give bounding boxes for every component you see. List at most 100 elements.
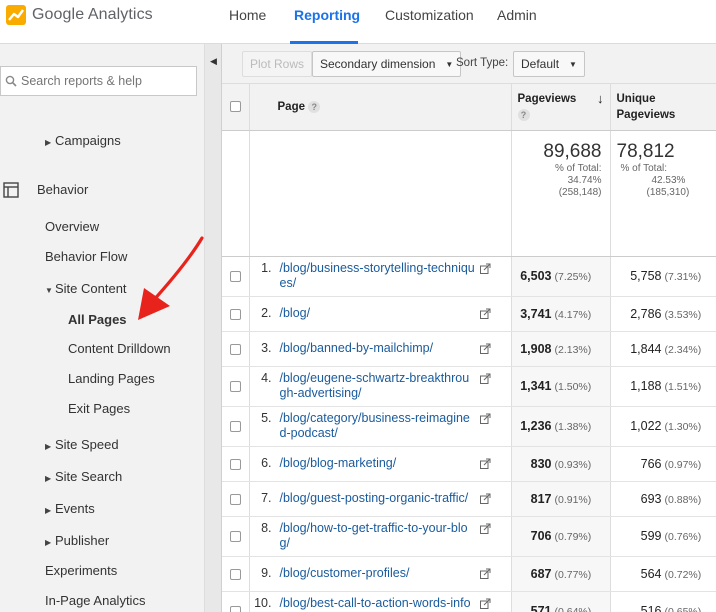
open-external-icon[interactable] (479, 373, 491, 384)
collapse-left-icon: ◀ (210, 56, 217, 66)
page-path-link[interactable]: /blog/best-call-to-action-words-infograp… (280, 596, 476, 612)
google-analytics-logo[interactable]: Google Analytics (6, 5, 153, 25)
row-checkbox[interactable] (229, 343, 241, 355)
sidebar-item-behavior[interactable]: Behavior (37, 182, 88, 197)
open-external-icon[interactable] (479, 343, 491, 354)
table-row[interactable]: 6. /blog/blog-marketing/830 (0.93%) 766 (0.9… (222, 446, 716, 482)
sidebar-item-site-search[interactable]: ▶ Site Search (45, 469, 122, 484)
row-number: 3. (261, 341, 272, 355)
sidebar-item-exit-pages[interactable]: Exit Pages (68, 401, 130, 416)
header-page[interactable]: Page ? (249, 84, 512, 131)
open-external-icon[interactable] (479, 523, 491, 534)
tab-reporting[interactable]: Reporting (294, 7, 360, 23)
page-path-link[interactable]: /blog/banned-by-mailchimp/ (280, 341, 476, 356)
table-row[interactable]: 2. /blog/3,741 (4.17%) 2,786 (3.53%) (222, 296, 716, 332)
page-path-link[interactable]: /blog/guest-posting-organic-traffic/ (280, 491, 476, 506)
sort-type-dropdown[interactable]: Default ▼ (513, 51, 585, 77)
annotation-arrow-icon (138, 236, 204, 320)
help-icon[interactable]: ? (517, 108, 530, 121)
tab-customization[interactable]: Customization (385, 7, 474, 23)
page-path-link[interactable]: /blog/how-to-get-traffic-to-your-blog/ (280, 521, 476, 551)
page-path-link[interactable]: /blog/business-storytelling-techniques/ (280, 261, 476, 291)
table-row[interactable]: 3. /blog/banned-by-mailchimp/1,908 (2.13%)… (222, 331, 716, 367)
unique-pageviews-percent: (0.97%) (664, 458, 702, 471)
sidebar-item-overview[interactable]: Overview (45, 219, 99, 234)
unique-pageviews-percent: (3.53%) (664, 308, 702, 321)
unique-pageviews-percent: (0.72%) (664, 568, 702, 581)
unique-pageviews-percent: (0.76%) (664, 531, 702, 543)
tab-home[interactable]: Home (229, 7, 266, 23)
row-checkbox[interactable] (229, 493, 241, 505)
row-checkbox[interactable] (229, 381, 241, 393)
table-row[interactable]: 8. /blog/how-to-get-traffic-to-your-blog/… (222, 516, 716, 557)
select-all-checkbox[interactable] (229, 101, 241, 113)
total-pageviews-value: 89,688 (543, 140, 602, 162)
page-path-link[interactable]: /blog/category/business-reimagined-podca… (280, 411, 476, 441)
search-input[interactable] (21, 74, 191, 88)
unique-pageviews-value: 1,188 (630, 379, 662, 393)
sidebar-item-label: Site Search (55, 469, 123, 484)
table-row[interactable]: 4. /blog/eugene-schwartz-breakthrough-adv… (222, 366, 716, 407)
page-path-link[interactable]: /blog/blog-marketing/ (280, 456, 476, 471)
open-external-icon[interactable] (479, 458, 491, 469)
open-external-icon[interactable] (479, 598, 491, 609)
secondary-dimension-dropdown[interactable]: Secondary dimension ▼ (312, 51, 462, 77)
row-checkbox[interactable] (229, 271, 241, 283)
sidebar-item-in-page-analytics[interactable]: In-Page Analytics (45, 593, 145, 608)
sidebar-item-campaigns[interactable]: ▶ Campaigns (45, 133, 121, 148)
sidebar-item-publisher[interactable]: ▶ Publisher (45, 533, 109, 548)
row-checkbox[interactable] (229, 568, 241, 580)
pageviews-value: 687 (530, 566, 552, 581)
table-row[interactable]: 10. /blog/best-call-to-action-words-infog… (222, 591, 716, 612)
table-row[interactable]: 1. /blog/business-storytelling-techniques… (222, 256, 716, 297)
row-checkbox[interactable] (229, 606, 241, 612)
sidebar-item-all-pages[interactable]: All Pages (68, 312, 127, 327)
page-path-link[interactable]: /blog/ (280, 306, 476, 321)
sidebar-item-behavior-flow[interactable]: Behavior Flow (45, 249, 127, 264)
tab-admin[interactable]: Admin (497, 7, 537, 23)
sidebar-item-content-drilldown[interactable]: Content Drilldown (68, 341, 171, 356)
sidebar-item-site-content[interactable]: ▼ Site Content (45, 281, 127, 296)
open-external-icon[interactable] (479, 568, 491, 579)
sidebar-item-site-speed[interactable]: ▶ Site Speed (45, 437, 119, 452)
top-navigation-bar: Google Analytics Home Reporting Customiz… (0, 0, 716, 44)
pageviews-value: 830 (530, 456, 552, 471)
open-external-icon[interactable] (479, 493, 491, 504)
table-row[interactable]: 9. /blog/customer-profiles/687 (0.77%) 564(… (222, 556, 716, 592)
row-checkbox[interactable] (229, 531, 241, 543)
row-number: 10. (254, 596, 272, 610)
table-row[interactable]: 7. /blog/guest-posting-organic-traffic/81… (222, 481, 716, 517)
open-external-icon[interactable] (479, 263, 491, 274)
row-checkbox[interactable] (229, 421, 241, 433)
total-unique-total: (185,310) (646, 186, 690, 198)
row-checkbox[interactable] (229, 458, 241, 470)
header-unique-pageviews[interactable]: Unique Pageviews (610, 84, 716, 131)
sidebar-item-landing-pages[interactable]: Landing Pages (68, 371, 155, 386)
table-row[interactable]: 5. /blog/category/business-reimagined-pod… (222, 406, 716, 447)
help-icon[interactable]: ? (308, 100, 321, 113)
unique-pageviews-value: 693 (640, 491, 662, 506)
unique-pageviews-value: 516 (640, 604, 662, 612)
header-pageviews[interactable]: Pageviews ↓ ? (511, 84, 611, 131)
app-title: Google Analytics (32, 6, 153, 23)
sidebar-item-label: Site Content (55, 281, 127, 296)
pageviews-percent: (2.13%) (554, 343, 592, 356)
sidebar-collapse-toggle[interactable]: ◀ (205, 44, 222, 612)
open-external-icon[interactable] (479, 413, 491, 424)
pageviews-value: 1,341 (520, 379, 552, 393)
header-select-all[interactable] (222, 84, 250, 131)
page-path-link[interactable]: /blog/eugene-schwartz-breakthrough-adver… (280, 371, 476, 401)
plot-rows-button[interactable]: Plot Rows (242, 51, 313, 77)
sort-descending-icon[interactable]: ↓ (597, 91, 604, 107)
totals-row: 89,688 % of Total: 34.74% (258,148) 78,8… (222, 130, 716, 257)
sidebar-item-experiments[interactable]: Experiments (45, 563, 117, 578)
page-path-link[interactable]: /blog/customer-profiles/ (280, 566, 476, 581)
search-box[interactable] (0, 66, 197, 96)
row-number: 9. (261, 566, 272, 580)
sidebar-item-events[interactable]: ▶ Events (45, 501, 95, 516)
header-page-label: Page (277, 100, 306, 113)
pageviews-value: 817 (530, 491, 552, 506)
row-checkbox[interactable] (229, 308, 241, 320)
unique-pageviews-value: 5,758 (630, 269, 662, 283)
open-external-icon[interactable] (479, 308, 491, 319)
